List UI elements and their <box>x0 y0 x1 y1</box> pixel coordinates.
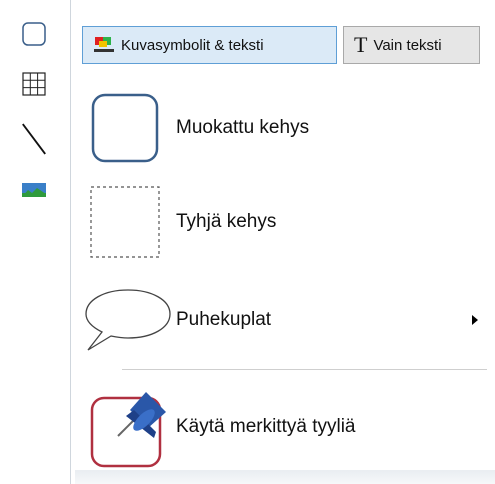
menu-item-use-marked-style[interactable]: Käytä merkittyä tyyliä <box>80 382 490 472</box>
menu-item-empty-frame[interactable]: Tyhjä kehys <box>80 182 490 262</box>
text-t-icon: T <box>354 32 368 57</box>
menu-item-speech-bubbles[interactable]: Puhekuplat <box>80 280 490 360</box>
panel-bottom-shadow <box>75 470 495 484</box>
symbols-and-text-button[interactable]: Kuvasymbolit & teksti <box>82 26 337 64</box>
line-tool[interactable] <box>20 120 48 158</box>
table-tool[interactable] <box>20 70 48 98</box>
custom-frame-label: Muokattu kehys <box>176 117 310 138</box>
empty-frame-label: Tyhjä kehys <box>176 211 277 232</box>
text-only-button[interactable]: T Vain teksti <box>343 26 480 64</box>
picture-icon <box>22 183 46 197</box>
table-grid-icon <box>22 72 46 96</box>
use-marked-style-label: Käytä merkittyä tyyliä <box>176 416 356 437</box>
custom-frame-icon <box>91 93 159 163</box>
submenu-arrow-icon <box>472 315 478 325</box>
picture-tool[interactable] <box>20 176 48 204</box>
menu-separator <box>122 369 487 370</box>
speech-bubbles-label: Puhekuplat <box>176 309 272 330</box>
line-icon <box>22 123 46 155</box>
symbols-and-text-label: Kuvasymbolit & teksti <box>121 36 264 54</box>
rounded-frame-icon <box>22 22 46 46</box>
speech-bubble-icon <box>85 289 171 351</box>
left-toolbar <box>0 0 70 484</box>
empty-frame-icon <box>90 186 160 258</box>
marked-style-pin-icon <box>90 392 166 468</box>
symbol-text-icon <box>93 36 115 54</box>
text-only-label: Vain teksti <box>373 36 442 54</box>
frame-tool[interactable] <box>20 20 48 48</box>
menu-item-custom-frame[interactable]: Muokattu kehys <box>80 88 490 168</box>
